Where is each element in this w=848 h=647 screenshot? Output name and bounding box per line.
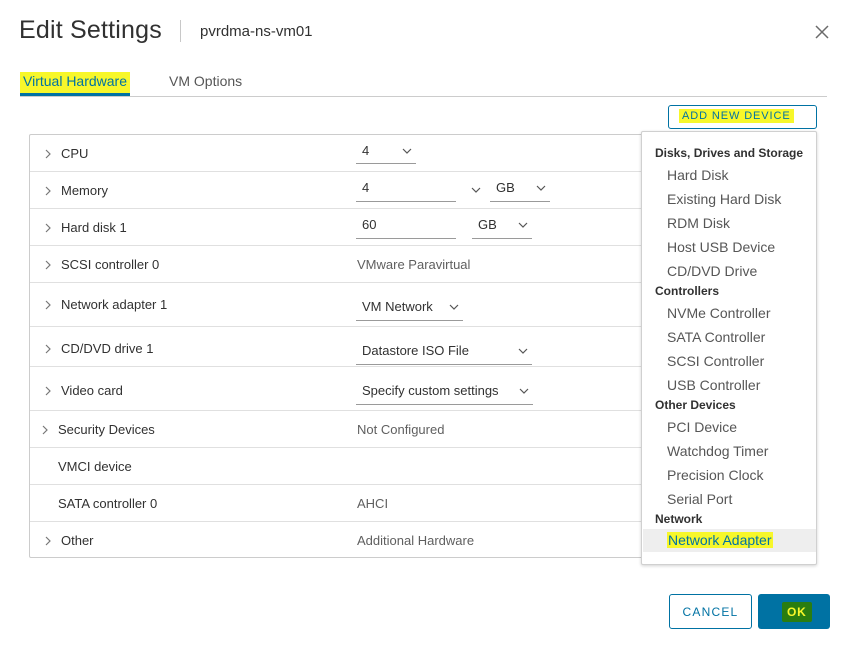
menu-item-watchdog-timer[interactable]: Watchdog Timer [667, 443, 768, 459]
memory-unit-select[interactable]: GB [490, 180, 550, 202]
vm-name: pvrdma-ns-vm01 [200, 23, 313, 40]
memory-input[interactable]: 4 [356, 180, 456, 202]
cancel-button[interactable]: CANCEL [669, 594, 752, 629]
menu-group-other-devices: Other Devices [655, 398, 736, 412]
vmci-label: VMCI device [58, 459, 132, 474]
dialog-title: Edit Settings [19, 16, 162, 44]
chevron-down-icon [519, 388, 529, 394]
menu-item-precision-clock[interactable]: Precision Clock [667, 467, 763, 483]
tab-vm-options[interactable]: VM Options [166, 72, 245, 90]
cancel-label: CANCEL [682, 605, 739, 619]
memory-unit: GB [496, 180, 515, 195]
hardware-row-sata: SATA controller 0 AHCI [30, 485, 643, 522]
menu-item-network-adapter[interactable]: Network Adapter [643, 529, 816, 552]
add-new-device-button[interactable]: ADD NEW DEVICE [668, 105, 817, 129]
cpu-value: 4 [362, 143, 370, 158]
chevron-right-icon[interactable] [43, 300, 53, 310]
hardware-row-memory[interactable]: Memory 4 GB [30, 172, 643, 209]
scsi-label: SCSI controller 0 [61, 257, 160, 272]
security-value: Not Configured [357, 422, 445, 437]
cpu-select[interactable]: 4 [356, 143, 416, 164]
hard-disk-unit: GB [478, 217, 497, 232]
chevron-right-icon[interactable] [43, 260, 53, 270]
close-icon[interactable] [812, 22, 832, 42]
other-label: Other [61, 533, 94, 548]
chevron-down-icon [518, 222, 528, 228]
menu-item-serial-port[interactable]: Serial Port [667, 491, 732, 507]
chevron-right-icon[interactable] [43, 386, 53, 396]
hardware-row-cpu[interactable]: CPU 4 [30, 135, 643, 172]
chevron-right-icon[interactable] [43, 186, 53, 196]
menu-item-sata-controller[interactable]: SATA Controller [667, 329, 765, 345]
hardware-row-network[interactable]: Network adapter 1 VM Network [30, 283, 643, 327]
menu-group-network: Network [655, 512, 703, 526]
tab-virtual-hardware[interactable]: Virtual Hardware [20, 72, 131, 96]
sata-label: SATA controller 0 [58, 496, 158, 511]
chevron-down-icon [536, 185, 546, 191]
add-device-menu: Disks, Drives and Storage Hard Disk Exis… [641, 131, 817, 565]
menu-item-rdm-disk[interactable]: RDM Disk [667, 215, 730, 231]
video-select[interactable]: Specify custom settings [356, 383, 533, 405]
edit-settings-dialog: Edit Settings pvrdma-ns-vm01 Virtual Har… [0, 0, 848, 647]
ok-label: OK [782, 602, 812, 622]
menu-group-disks: Disks, Drives and Storage [655, 146, 804, 160]
hardware-row-security[interactable]: Security Devices Not Configured [30, 411, 643, 448]
menu-item-pci-device[interactable]: PCI Device [667, 419, 737, 435]
menu-item-network-adapter-label: Network Adapter [667, 532, 773, 548]
menu-item-nvme-controller[interactable]: NVMe Controller [667, 305, 770, 321]
memory-label: Memory [61, 183, 108, 198]
chevron-right-icon[interactable] [43, 149, 53, 159]
hard-disk-label: Hard disk 1 [61, 220, 127, 235]
network-value: VM Network [362, 299, 433, 314]
cdrom-value: Datastore ISO File [362, 343, 469, 358]
hardware-row-video[interactable]: Video card Specify custom settings [30, 367, 643, 411]
hardware-row-vmci: VMCI device [30, 448, 643, 485]
other-value: Additional Hardware [357, 533, 475, 548]
menu-item-host-usb-device[interactable]: Host USB Device [667, 239, 775, 255]
chevron-right-icon[interactable] [40, 425, 50, 435]
chevron-down-icon [402, 148, 412, 154]
menu-group-controllers: Controllers [655, 284, 720, 298]
network-label: Network adapter 1 [61, 297, 168, 312]
menu-item-cd-dvd-drive[interactable]: CD/DVD Drive [667, 263, 757, 279]
chevron-right-icon[interactable] [43, 536, 53, 546]
chevron-down-icon [449, 304, 459, 310]
chevron-down-icon [518, 348, 528, 354]
security-label: Security Devices [58, 422, 155, 437]
chevron-right-icon[interactable] [43, 344, 53, 354]
hardware-table: CPU 4 Memory 4 GB Hard disk 1 60 GB SCSI… [29, 134, 644, 558]
chevron-down-icon[interactable] [471, 187, 481, 193]
memory-value: 4 [362, 180, 370, 195]
hardware-row-cdrom[interactable]: CD/DVD drive 1 Datastore ISO File [30, 327, 643, 367]
menu-item-hard-disk[interactable]: Hard Disk [667, 167, 728, 183]
hardware-row-other[interactable]: Other Additional Hardware [30, 522, 643, 557]
hardware-row-scsi[interactable]: SCSI controller 0 VMware Paravirtual [30, 246, 643, 283]
hardware-row-hard-disk[interactable]: Hard disk 1 60 GB [30, 209, 643, 246]
menu-item-existing-hard-disk[interactable]: Existing Hard Disk [667, 191, 781, 207]
video-label: Video card [61, 383, 123, 398]
cpu-label: CPU [61, 146, 89, 161]
cdrom-select[interactable]: Datastore ISO File [356, 343, 532, 365]
hard-disk-input[interactable]: 60 [356, 217, 456, 239]
hard-disk-value: 60 [362, 217, 377, 232]
title-divider [180, 20, 181, 42]
hard-disk-unit-select[interactable]: GB [472, 217, 532, 239]
sata-value: AHCI [357, 496, 389, 511]
tab-bar: Virtual Hardware VM Options [20, 66, 827, 97]
video-value: Specify custom settings [362, 383, 499, 398]
menu-item-scsi-controller[interactable]: SCSI Controller [667, 353, 764, 369]
menu-item-usb-controller[interactable]: USB Controller [667, 377, 760, 393]
cdrom-label: CD/DVD drive 1 [61, 341, 154, 356]
network-select[interactable]: VM Network [356, 299, 463, 321]
scsi-value: VMware Paravirtual [357, 257, 471, 272]
ok-button[interactable]: OK [758, 594, 830, 629]
chevron-right-icon[interactable] [43, 223, 53, 233]
add-new-device-label: ADD NEW DEVICE [679, 109, 794, 123]
